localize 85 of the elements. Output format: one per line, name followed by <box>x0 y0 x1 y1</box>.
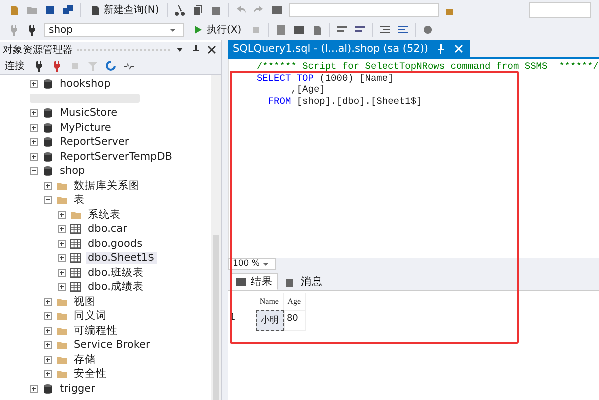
new-file-icon[interactable] <box>8 4 20 16</box>
tree-item[interactable]: Service Broker <box>72 339 152 352</box>
expand-icon[interactable] <box>58 210 66 219</box>
save-all-icon[interactable] <box>62 4 74 16</box>
execute-button[interactable]: 执行(X) <box>190 22 244 38</box>
tree-item[interactable]: 存储 <box>72 352 98 367</box>
expand-icon[interactable] <box>44 298 52 306</box>
refresh-icon[interactable] <box>105 60 117 72</box>
folder-icon <box>56 310 68 322</box>
tree-item[interactable]: 视图 <box>72 294 98 309</box>
tree-item[interactable]: dbo.Sheet1$ <box>86 252 157 264</box>
indent-icon[interactable] <box>378 24 391 36</box>
tree-item[interactable]: 表 <box>72 193 87 208</box>
expand-icon[interactable] <box>30 80 38 88</box>
expand-icon[interactable] <box>30 109 38 118</box>
column-header: Age <box>284 293 306 310</box>
results-tab[interactable]: 结果 <box>230 273 278 290</box>
database-icon <box>42 78 54 90</box>
tree-item[interactable]: MusicStore <box>58 107 120 120</box>
table-cell[interactable]: 小明 <box>256 310 284 331</box>
expand-icon[interactable] <box>44 356 52 364</box>
folder-icon <box>56 194 68 206</box>
tree-item[interactable]: 数据库关系图 <box>72 178 142 193</box>
database-icon <box>42 107 54 120</box>
table-icon <box>70 238 82 250</box>
results-tab[interactable]: 消息 <box>280 273 328 290</box>
table-icon <box>70 252 82 264</box>
document-icon[interactable] <box>89 4 101 16</box>
panel-title: 对象资源管理器 <box>3 44 73 57</box>
database-icon <box>42 150 54 163</box>
tree-item[interactable]: ReportServerTempDB <box>58 150 175 163</box>
database-icon <box>42 165 54 178</box>
zoom-dropdown[interactable]: 100 % <box>228 258 276 270</box>
expand-icon[interactable] <box>30 124 38 132</box>
tree-item[interactable]: hookshop <box>58 78 113 90</box>
new-query-button[interactable]: 新建查询(N) <box>87 2 162 18</box>
expand-icon[interactable] <box>30 152 38 161</box>
tree-item[interactable]: dbo.car <box>86 223 130 236</box>
expand-icon[interactable] <box>44 312 52 320</box>
folder-icon <box>56 368 68 380</box>
table-icon <box>70 223 82 236</box>
search-field[interactable] <box>529 2 591 18</box>
table-cell[interactable]: 80 <box>284 310 306 331</box>
tree-item[interactable]: 可编程性 <box>72 324 120 338</box>
collapse-icon[interactable] <box>44 196 52 204</box>
cut-icon[interactable] <box>174 4 186 16</box>
expand-icon[interactable] <box>44 370 52 378</box>
database-icon <box>42 136 54 148</box>
expand-icon[interactable] <box>44 326 52 335</box>
tree-item[interactable]: trigger <box>58 382 98 395</box>
tree-item[interactable]: shop <box>58 165 88 178</box>
disconnect-icon[interactable] <box>51 60 63 72</box>
play-icon[interactable] <box>192 24 204 36</box>
tree-item[interactable]: MyPicture <box>58 122 114 134</box>
save-icon[interactable] <box>44 4 56 16</box>
collapse-icon[interactable] <box>30 167 38 176</box>
scrollbar[interactable] <box>210 75 221 400</box>
plug-icon[interactable] <box>26 24 38 36</box>
database-dropdown[interactable]: shop <box>44 23 184 37</box>
outdent-icon[interactable] <box>396 24 409 36</box>
close-icon[interactable] <box>206 44 218 56</box>
tree-item[interactable]: 系统表 <box>86 208 123 222</box>
folder-icon <box>56 339 68 352</box>
expand-icon[interactable] <box>58 240 66 248</box>
database-icon <box>42 382 54 395</box>
expand-icon[interactable] <box>44 182 52 190</box>
expand-icon[interactable] <box>58 268 66 277</box>
tree-item[interactable]: dbo.goods <box>86 238 145 250</box>
expand-icon[interactable] <box>58 283 66 292</box>
connect-button[interactable]: 连接 <box>3 58 27 74</box>
table-icon <box>70 281 82 294</box>
expand-icon[interactable] <box>58 225 66 234</box>
tree-item[interactable]: dbo.成绩表 <box>86 280 146 294</box>
tree-item[interactable]: 安全性 <box>72 367 109 382</box>
tree-item[interactable]: ReportServer <box>58 136 132 148</box>
tree-item[interactable]: dbo.班级表 <box>86 266 146 280</box>
connect-icon[interactable] <box>33 60 45 72</box>
expand-icon[interactable] <box>58 254 66 262</box>
expand-icon[interactable] <box>30 138 38 146</box>
expand-icon[interactable] <box>44 341 52 350</box>
copy-icon[interactable] <box>192 4 204 16</box>
expand-icon[interactable] <box>30 384 38 393</box>
tree-item[interactable]: 同义词 <box>72 309 109 324</box>
database-icon <box>42 122 54 134</box>
table-icon <box>70 266 82 279</box>
